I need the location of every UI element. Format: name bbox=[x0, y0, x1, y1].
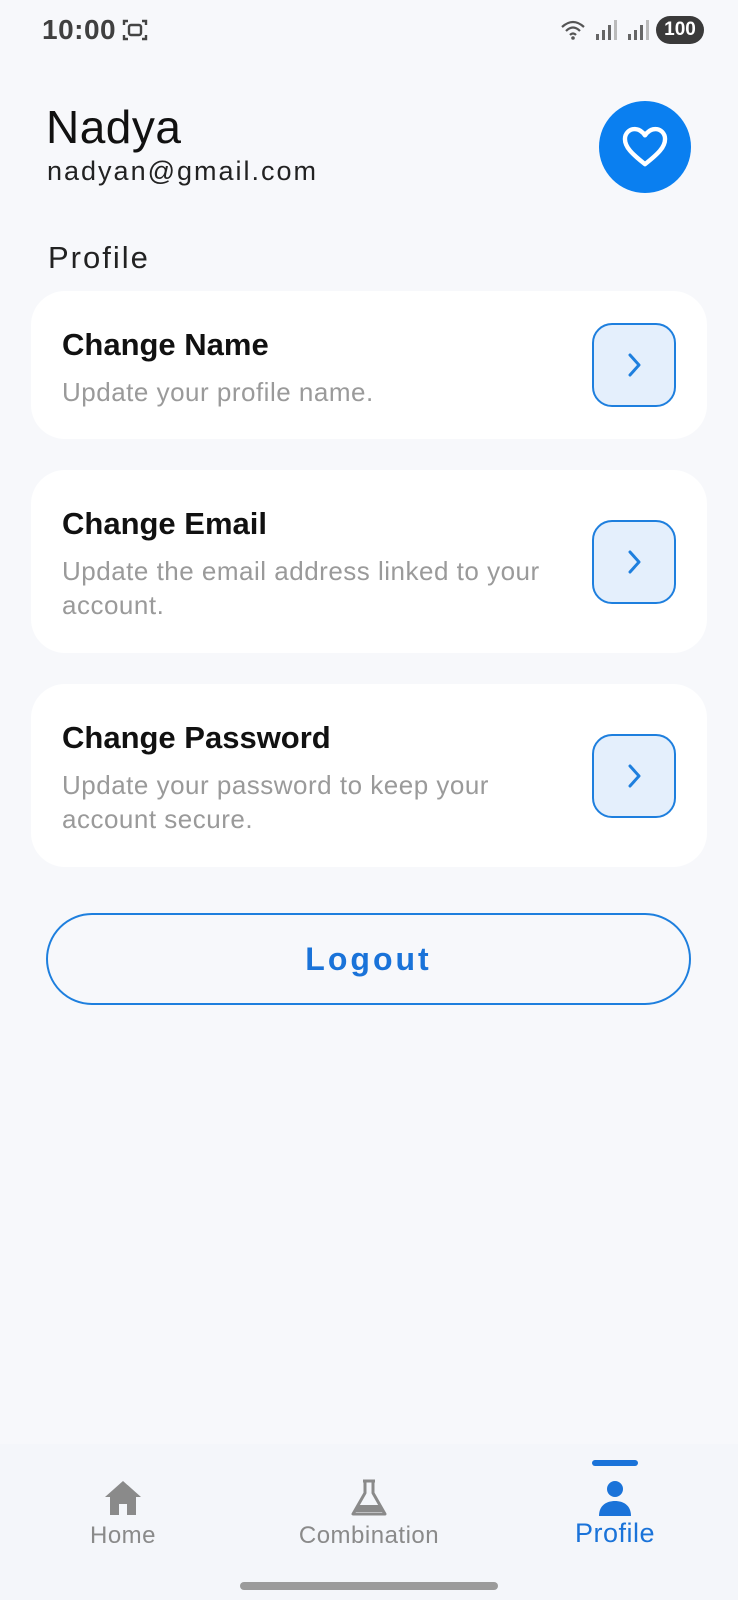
card-description: Update your profile name. bbox=[62, 377, 374, 407]
change-email-arrow-button[interactable] bbox=[592, 520, 676, 604]
favorites-button[interactable] bbox=[599, 101, 691, 193]
signal-icon bbox=[596, 20, 617, 40]
card-description: Update the email address linked to your … bbox=[62, 556, 540, 620]
nav-label-combination: Combination bbox=[298, 1522, 440, 1549]
home-icon bbox=[105, 1481, 141, 1515]
nav-item-profile[interactable]: Profile bbox=[492, 1444, 738, 1584]
logout-button[interactable]: Logout bbox=[46, 913, 691, 1005]
user-email: nadyan@gmail.com bbox=[47, 156, 319, 186]
heart-icon bbox=[622, 126, 668, 167]
battery-level: 100 bbox=[656, 16, 704, 44]
status-bar: 10:00 100 bbox=[0, 0, 738, 60]
profile-screen: 10:00 100 Nadya nadyan@gmail.com Profile… bbox=[0, 0, 738, 1600]
chevron-right-icon bbox=[628, 764, 641, 788]
nav-item-home[interactable]: Home bbox=[0, 1444, 246, 1584]
active-tab-indicator bbox=[592, 1460, 638, 1466]
signal-icon bbox=[628, 20, 649, 40]
person-icon bbox=[599, 1481, 631, 1516]
nav-item-combination[interactable]: Combination bbox=[246, 1444, 492, 1584]
bottom-nav: Home Combination Profile bbox=[0, 1444, 738, 1600]
section-title: Profile bbox=[48, 240, 150, 275]
nav-label-profile: Profile bbox=[574, 1518, 656, 1548]
change-name-arrow-button[interactable] bbox=[592, 323, 676, 407]
change-name-card[interactable]: Change Name Update your profile name. bbox=[31, 291, 707, 439]
change-email-card[interactable]: Change Email Update the email address li… bbox=[31, 470, 707, 653]
flask-icon bbox=[351, 1479, 387, 1516]
chevron-right-icon bbox=[628, 353, 641, 377]
logout-label: Logout bbox=[305, 940, 432, 977]
status-time: 10:00 bbox=[42, 14, 117, 45]
card-title: Change Password bbox=[62, 720, 331, 755]
gesture-bar[interactable] bbox=[240, 1582, 498, 1590]
card-description: Update your password to keep your accoun… bbox=[62, 770, 489, 834]
screenshot-icon bbox=[122, 19, 148, 41]
wifi-icon bbox=[561, 20, 585, 40]
change-password-arrow-button[interactable] bbox=[592, 734, 676, 818]
nav-label-home: Home bbox=[89, 1522, 157, 1549]
chevron-right-icon bbox=[628, 550, 641, 574]
user-name: Nadya bbox=[46, 101, 182, 153]
card-title: Change Email bbox=[62, 506, 267, 541]
status-icons: 100 bbox=[560, 14, 704, 46]
card-title: Change Name bbox=[62, 327, 269, 362]
change-password-card[interactable]: Change Password Update your password to … bbox=[31, 684, 707, 867]
